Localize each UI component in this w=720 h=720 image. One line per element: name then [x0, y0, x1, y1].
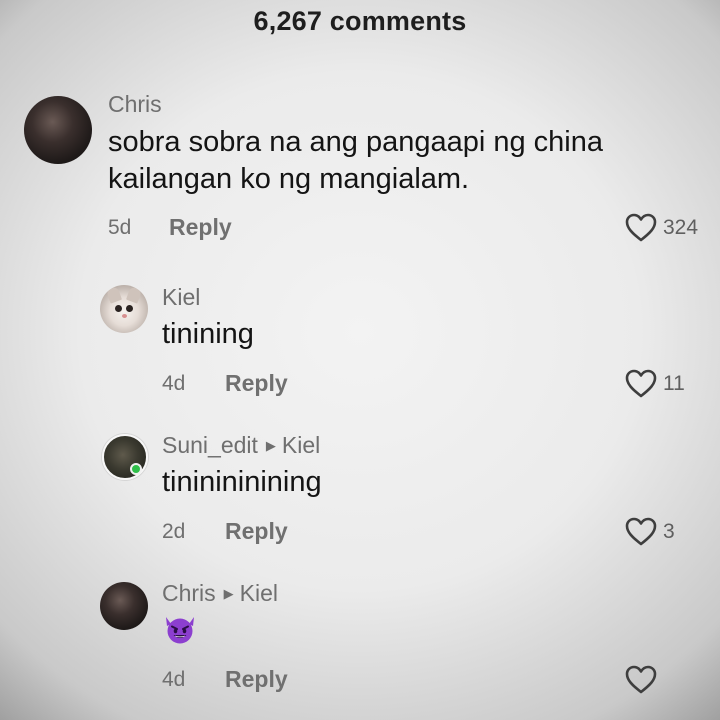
comment-age: 2d — [162, 520, 186, 543]
smiling-face-with-horns-icon — [166, 617, 194, 644]
reply-to-arrow-icon: ▶ — [265, 438, 276, 453]
heart-icon — [625, 213, 657, 242]
reply-to-username[interactable]: Kiel — [240, 580, 278, 606]
heart-icon — [625, 517, 657, 546]
avatar-cat-nose — [122, 314, 127, 318]
reply-to-username[interactable]: Kiel — [282, 432, 320, 458]
comment-text-line: kailangan ko ng mangialam. — [108, 163, 470, 195]
reply-button[interactable]: Reply — [225, 666, 288, 693]
heart-icon — [625, 369, 657, 398]
like-count: 3 — [663, 520, 675, 543]
comment-text: tinining — [162, 318, 254, 350]
comment-username[interactable]: Chris — [162, 580, 216, 606]
comment-age: 4d — [162, 668, 186, 691]
comment-username-line: Chris ▶ Kiel — [162, 580, 278, 607]
avatar-cat-ear — [105, 286, 123, 304]
comments-count-title: 6,267 comments — [253, 6, 467, 36]
comment-username-line: Suni_edit ▶ Kiel — [162, 432, 320, 459]
reply-button[interactable]: Reply — [169, 214, 232, 241]
avatar[interactable] — [100, 582, 148, 630]
avatar-cat-eye — [115, 305, 122, 312]
like-count: 11 — [663, 372, 685, 395]
reply-to-arrow-icon: ▶ — [223, 586, 234, 601]
comment-text-line: sobra sobra na ang pangaapi ng china — [108, 126, 603, 158]
reply-button[interactable]: Reply — [225, 370, 288, 397]
comment-username[interactable]: Suni_edit — [162, 432, 258, 458]
avatar-cat-ear — [125, 286, 143, 304]
comment-username[interactable]: Chris — [108, 91, 162, 118]
like-count: 324 — [663, 216, 699, 239]
online-status-dot — [130, 463, 142, 475]
reply-button[interactable]: Reply — [225, 518, 288, 545]
avatar[interactable] — [102, 434, 148, 480]
comment-age: 5d — [108, 216, 132, 239]
like-button[interactable] — [624, 664, 663, 696]
heart-icon — [625, 665, 657, 694]
like-button[interactable]: 11 — [624, 368, 685, 400]
like-button[interactable]: 324 — [624, 212, 698, 244]
comment-age: 4d — [162, 372, 186, 395]
avatar-cat-eye — [126, 305, 133, 312]
avatar[interactable] — [24, 96, 92, 164]
comment-username[interactable]: Kiel — [162, 284, 200, 311]
comment-text: sobra sobra na ang pangaapi ng china kai… — [108, 124, 603, 198]
comment-text: tininininining — [162, 466, 322, 498]
avatar[interactable] — [100, 285, 148, 333]
like-button[interactable]: 3 — [624, 516, 675, 548]
